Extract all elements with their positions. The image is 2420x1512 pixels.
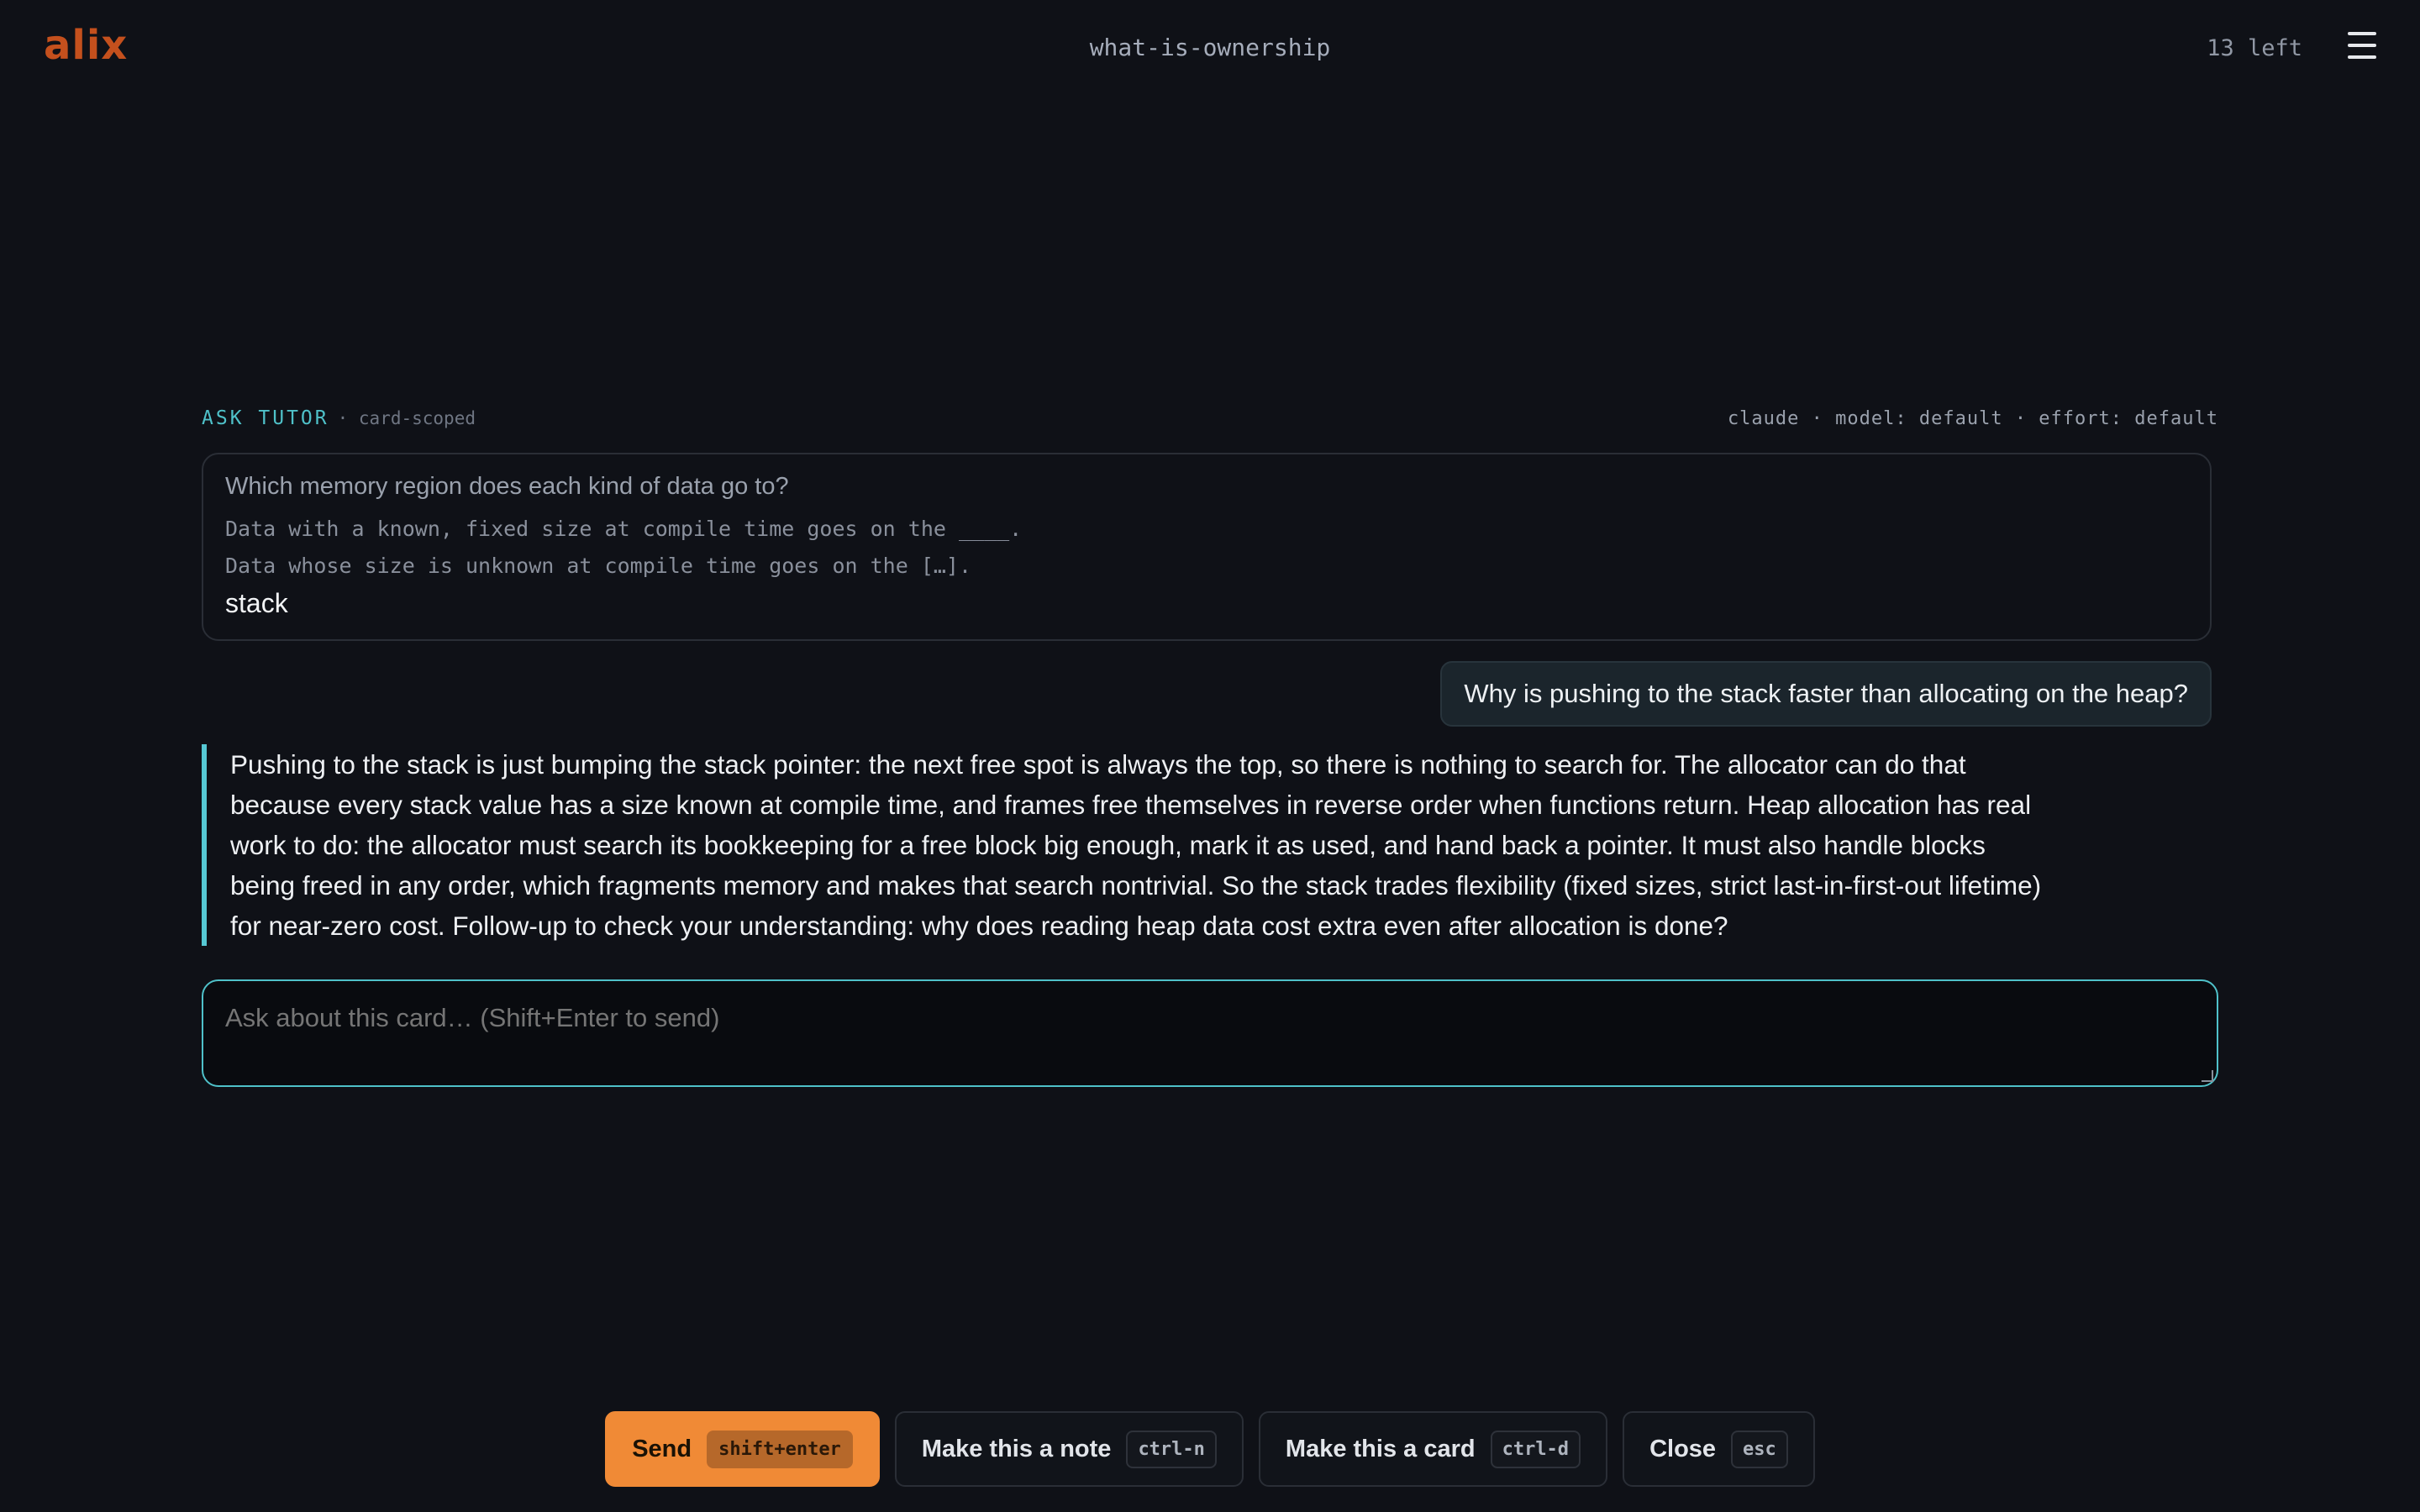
make-card-shortcut: ctrl-d (1490, 1430, 1581, 1468)
menu-bar (2348, 32, 2376, 35)
top-bar: alix what-is-ownership 13 left (0, 0, 2420, 97)
close-label: Close (1649, 1435, 1717, 1462)
make-note-shortcut: ctrl-n (1126, 1430, 1217, 1468)
user-message: Why is pushing to the stack faster than … (1440, 661, 2212, 727)
close-button[interactable]: Close esc (1623, 1411, 1815, 1487)
close-shortcut: esc (1731, 1430, 1788, 1468)
tutor-reply: Pushing to the stack is just bumping the… (202, 744, 2050, 946)
card-question: Which memory region does each kind of da… (225, 473, 789, 500)
send-button[interactable]: Send shift+enter (605, 1411, 880, 1487)
ask-input-container[interactable] (202, 979, 2218, 1087)
card-answer: stack (225, 588, 288, 618)
make-note-button[interactable]: Make this a note ctrl-n (894, 1411, 1244, 1487)
card-context: Which memory region does each kind of da… (202, 453, 2212, 641)
tutor-header: ASK TUTOR · card-scoped claude · model: … (202, 403, 2218, 433)
resize-handle-icon[interactable] (2202, 1070, 2213, 1082)
card-prompt-line: Data whose size is unknown at compile ti… (225, 554, 972, 578)
tutor-title-group: ASK TUTOR · card-scoped (202, 407, 476, 429)
hamburger-menu-icon[interactable] (2348, 32, 2376, 59)
menu-bar (2348, 55, 2376, 59)
make-note-label: Make this a note (921, 1435, 1112, 1462)
send-shortcut: shift+enter (707, 1430, 853, 1468)
card-prompt-line: Data with a known, fixed size at compile… (225, 517, 1023, 541)
scope-label: · card-scoped (337, 408, 476, 428)
send-label: Send (632, 1435, 692, 1462)
make-card-label: Make this a card (1285, 1435, 1476, 1462)
model-info: claude · model: default · effort: defaul… (1727, 407, 2218, 429)
menu-bar (2348, 44, 2376, 47)
make-card-button[interactable]: Make this a card ctrl-d (1258, 1411, 1608, 1487)
ask-tutor-label: ASK TUTOR (202, 407, 329, 429)
action-bar: Send shift+enter Make this a note ctrl-n… (0, 1411, 2420, 1487)
deck-title: what-is-ownership (1089, 34, 1331, 61)
ask-input[interactable] (203, 981, 2217, 1085)
cards-remaining: 13 left (2207, 35, 2302, 61)
